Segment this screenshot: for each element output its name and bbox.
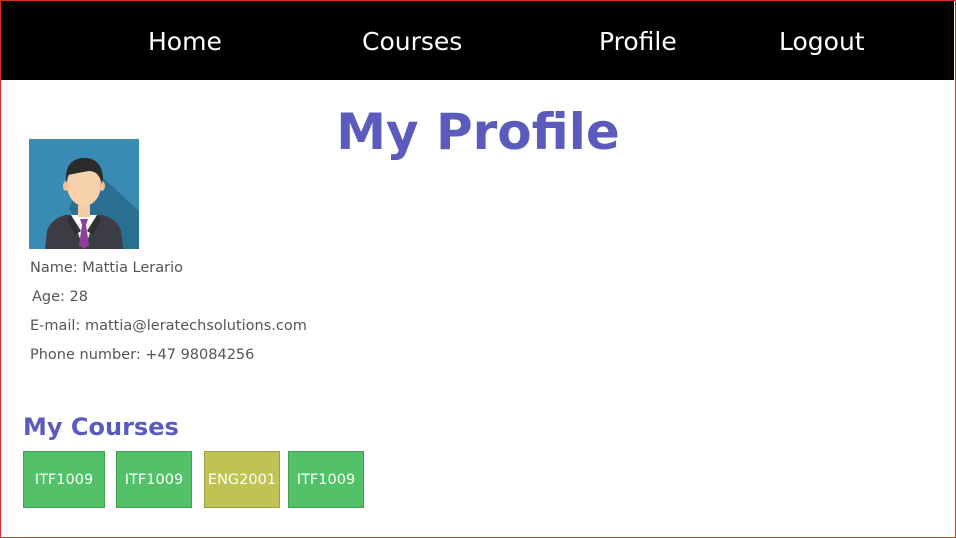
course-button-itf1009[interactable]: ITF1009 (288, 451, 364, 508)
course-button-itf1009[interactable]: ITF1009 (23, 451, 105, 508)
navbar: Home Courses Profile Logout (1, 1, 954, 80)
profile-email: E-mail: mattia@leratechsolutions.com (30, 318, 307, 334)
profile-age: Age: 28 (32, 289, 88, 305)
course-button-eng2001[interactable]: ENG2001 (204, 451, 280, 508)
profile-phone: Phone number: +47 98084256 (30, 347, 255, 363)
user-avatar-icon (29, 139, 139, 249)
course-button-itf1009[interactable]: ITF1009 (116, 451, 192, 508)
profile-name: Name: Mattia Lerario (30, 260, 184, 276)
my-courses-heading: My Courses (23, 413, 179, 441)
nav-courses-link[interactable]: Courses (362, 25, 462, 59)
nav-profile-link[interactable]: Profile (599, 25, 677, 59)
nav-home-link[interactable]: Home (148, 25, 222, 59)
nav-logout-link[interactable]: Logout (779, 25, 865, 59)
page-title: My Profile (336, 103, 620, 161)
